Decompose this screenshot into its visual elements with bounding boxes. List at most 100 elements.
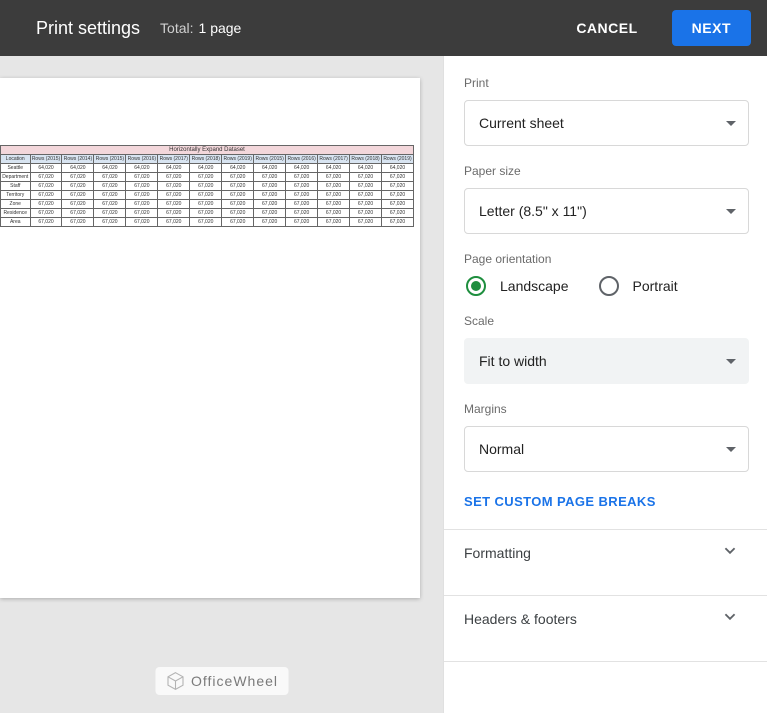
table-cell: 64,020: [286, 164, 318, 173]
scale-dropdown[interactable]: Fit to width: [464, 338, 749, 384]
paper-size-value: Letter (8.5" x 11"): [479, 203, 587, 219]
table-cell: 67,020: [286, 191, 318, 200]
table-cell: 67,020: [94, 191, 126, 200]
radio-unselected-icon: [599, 276, 619, 296]
table-cell: 67,020: [222, 182, 254, 191]
margins-label: Margins: [464, 402, 749, 416]
table-cell: 67,020: [382, 182, 414, 191]
table-cell: 67,020: [382, 173, 414, 182]
print-value: Current sheet: [479, 115, 564, 131]
caret-down-icon: [726, 359, 736, 364]
table-cell: 67,020: [62, 200, 94, 209]
table-cell: 67,020: [350, 182, 382, 191]
table-cell: 67,020: [126, 182, 158, 191]
table-cell: 67,020: [190, 191, 222, 200]
paper-size-label: Paper size: [464, 164, 749, 178]
next-button[interactable]: NEXT: [672, 10, 751, 46]
page-title: Print settings: [36, 18, 140, 39]
table-cell: 67,020: [158, 173, 190, 182]
paper-size-dropdown[interactable]: Letter (8.5" x 11"): [464, 188, 749, 234]
table-cell: 67,020: [30, 200, 62, 209]
chevron-down-icon: [719, 540, 741, 565]
table-cell: 67,020: [30, 191, 62, 200]
table-header: Rows (2017): [158, 155, 190, 164]
orientation-landscape-radio[interactable]: Landscape: [466, 276, 569, 296]
orientation-portrait-radio[interactable]: Portrait: [599, 276, 678, 296]
table-cell: 67,020: [286, 182, 318, 191]
watermark-icon: [165, 671, 185, 691]
table-cell: 67,020: [286, 200, 318, 209]
formatting-expander[interactable]: Formatting: [464, 530, 749, 575]
table-cell: 67,020: [286, 173, 318, 182]
table-cell: 67,020: [286, 209, 318, 218]
table-cell: 67,020: [318, 173, 350, 182]
margins-dropdown[interactable]: Normal: [464, 426, 749, 472]
table-cell: Residence: [1, 209, 31, 218]
preview-pane: Horizontally Expand Dataset LocationRows…: [0, 56, 443, 713]
formatting-label: Formatting: [464, 545, 531, 561]
table-cell: 67,020: [350, 191, 382, 200]
print-dropdown[interactable]: Current sheet: [464, 100, 749, 146]
table-cell: 67,020: [30, 182, 62, 191]
table-row: Territory67,02067,02067,02067,02067,0206…: [1, 191, 414, 200]
table-cell: 67,020: [94, 200, 126, 209]
caret-down-icon: [726, 121, 736, 126]
set-page-breaks-link[interactable]: SET CUSTOM PAGE BREAKS: [464, 494, 749, 509]
table-cell: 64,020: [94, 164, 126, 173]
table-cell: 67,020: [30, 173, 62, 182]
table-cell: 67,020: [318, 218, 350, 227]
table-cell: 64,020: [158, 164, 190, 173]
cancel-button[interactable]: CANCEL: [556, 10, 657, 46]
headers-footers-label: Headers & footers: [464, 611, 577, 627]
table-cell: 67,020: [62, 209, 94, 218]
table-cell: 67,020: [94, 182, 126, 191]
table-cell: 67,020: [158, 191, 190, 200]
table-header: Rows (2019): [222, 155, 254, 164]
orientation-portrait-label: Portrait: [633, 278, 678, 294]
table-cell: Seattle: [1, 164, 31, 173]
table-cell: 67,020: [350, 173, 382, 182]
table-cell: 67,020: [190, 182, 222, 191]
scale-value: Fit to width: [479, 353, 547, 369]
caret-down-icon: [726, 209, 736, 214]
preview-page: Horizontally Expand Dataset LocationRows…: [0, 78, 420, 598]
table-cell: 67,020: [126, 173, 158, 182]
table-cell: 64,020: [318, 164, 350, 173]
table-cell: 67,020: [190, 200, 222, 209]
table-cell: 67,020: [62, 182, 94, 191]
table-cell: 67,020: [318, 200, 350, 209]
table-header: Rows (2019): [382, 155, 414, 164]
table-cell: Area: [1, 218, 31, 227]
table-cell: Department: [1, 173, 31, 182]
table-cell: 67,020: [94, 218, 126, 227]
table-cell: Territory: [1, 191, 31, 200]
table-header: Rows (2015): [94, 155, 126, 164]
table-cell: 67,020: [94, 209, 126, 218]
table-cell: 64,020: [254, 164, 286, 173]
table-header: Location: [1, 155, 31, 164]
table-cell: 67,020: [382, 218, 414, 227]
table-cell: 67,020: [254, 218, 286, 227]
scale-label: Scale: [464, 314, 749, 328]
table-cell: 67,020: [158, 218, 190, 227]
settings-panel: Print Current sheet Paper size Letter (8…: [443, 56, 767, 713]
caret-down-icon: [726, 447, 736, 452]
table-cell: 67,020: [190, 218, 222, 227]
table-cell: 67,020: [382, 209, 414, 218]
table-cell: Staff: [1, 182, 31, 191]
headers-footers-expander[interactable]: Headers & footers: [464, 596, 749, 641]
table-cell: 67,020: [350, 209, 382, 218]
top-bar: Print settings Total: 1 page CANCEL NEXT: [0, 0, 767, 56]
total-label: Total:: [160, 20, 193, 36]
table-cell: 64,020: [222, 164, 254, 173]
table-cell: 67,020: [222, 218, 254, 227]
table-cell: 67,020: [190, 209, 222, 218]
table-cell: 67,020: [30, 218, 62, 227]
table-cell: 67,020: [350, 200, 382, 209]
table-cell: 67,020: [222, 191, 254, 200]
table-row: Staff67,02067,02067,02067,02067,02067,02…: [1, 182, 414, 191]
table-cell: 67,020: [222, 200, 254, 209]
table-cell: 64,020: [62, 164, 94, 173]
table-cell: 67,020: [158, 182, 190, 191]
table-cell: 64,020: [30, 164, 62, 173]
